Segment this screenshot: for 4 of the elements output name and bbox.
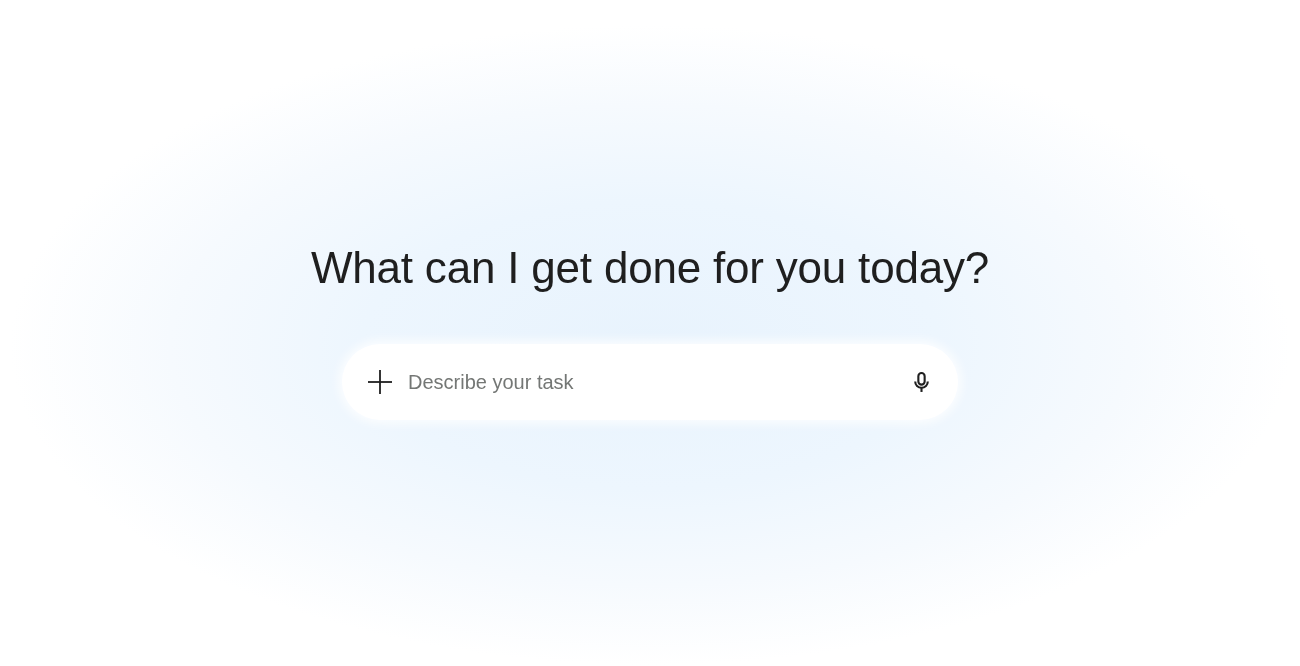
microphone-icon[interactable]	[914, 371, 929, 393]
add-icon[interactable]	[368, 370, 392, 394]
page-heading: What can I get done for you today?	[310, 242, 990, 294]
task-input-field[interactable]: Describe your task	[408, 370, 898, 394]
